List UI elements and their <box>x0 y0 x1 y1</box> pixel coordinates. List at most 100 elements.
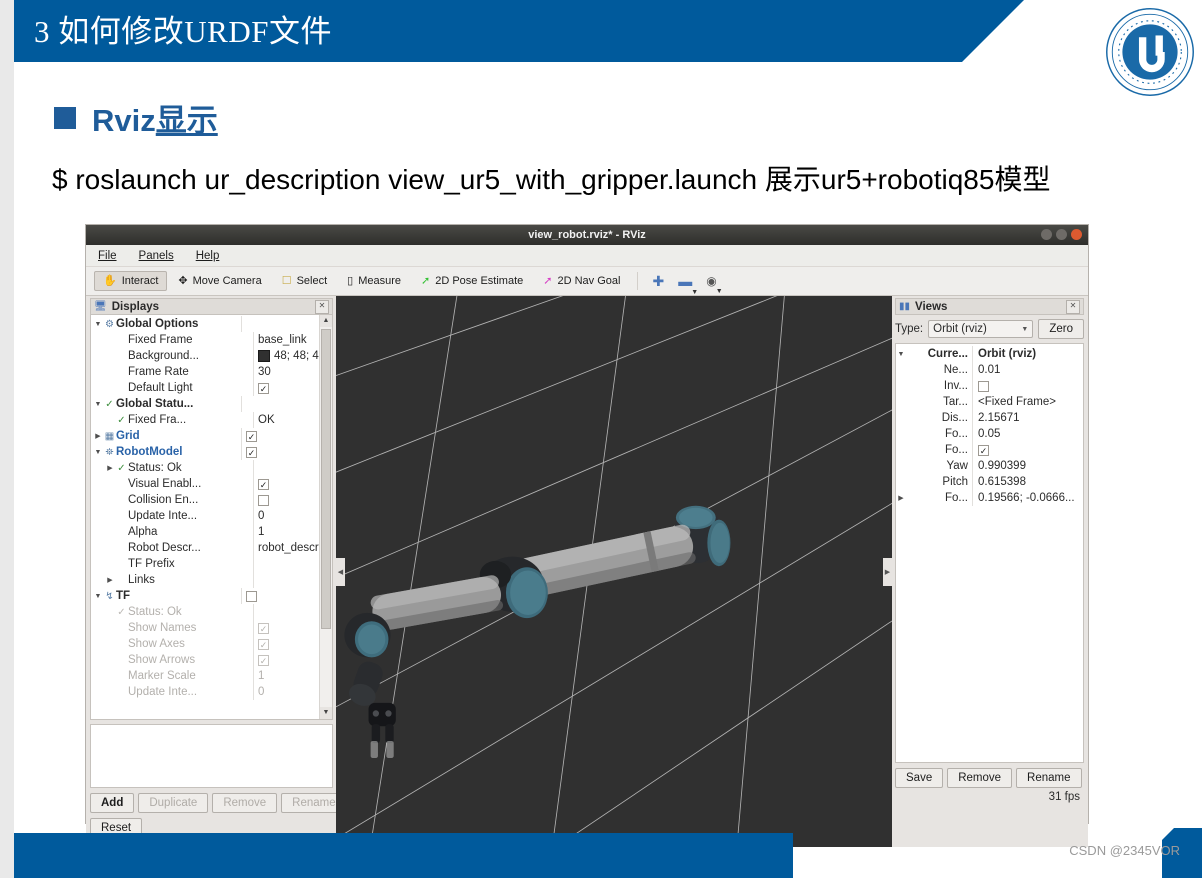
displays-scrollbar[interactable]: ▲ ▼ <box>319 315 332 719</box>
checkbox[interactable] <box>258 494 269 506</box>
chevron-down-icon[interactable] <box>896 351 906 358</box>
displays-row[interactable]: Update Inte... 0 <box>91 508 332 524</box>
scroll-down-icon[interactable]: ▼ <box>320 707 332 719</box>
maximize-icon[interactable] <box>1056 229 1067 240</box>
chevron-right-icon[interactable] <box>93 432 103 440</box>
displays-row[interactable]: Show Arrows ✓ <box>91 652 332 668</box>
rviz-toolbar[interactable]: ✋ Interact ✥ Move Camera ☐ Select ▯ Meas… <box>86 267 1088 296</box>
displays-row[interactable]: ⚙Global Options <box>91 316 332 332</box>
views-row[interactable]: Tar... <Fixed Frame> <box>896 394 1083 410</box>
checkbox[interactable]: ✓ <box>258 478 269 490</box>
displays-row[interactable]: Alpha 1 <box>91 524 332 540</box>
checkbox[interactable]: ✓ <box>978 444 989 456</box>
displays-row[interactable]: Update Inte... 0 <box>91 684 332 700</box>
displays-row[interactable]: Collision En... <box>91 492 332 508</box>
checkbox[interactable] <box>978 380 989 392</box>
plus-icon[interactable]: ✚ <box>646 271 670 292</box>
tool-2d-pose-estimate[interactable]: ➚ 2D Pose Estimate <box>412 271 532 291</box>
displays-panel-close-icon[interactable]: ✕ <box>315 299 329 314</box>
close-icon[interactable] <box>1071 229 1082 240</box>
tool-select[interactable]: ☐ Select <box>273 271 336 291</box>
views-tree[interactable]: Curre... Orbit (rviz) Ne... 0.01 Inv... Tar..… <box>895 343 1084 763</box>
duplicate-button[interactable]: Duplicate <box>138 793 209 813</box>
3d-viewport[interactable]: ◀ ▶ <box>336 296 892 847</box>
add-button[interactable]: Add <box>90 793 135 813</box>
displays-row[interactable]: Links <box>91 572 332 588</box>
displays-row[interactable]: Fixed Frame base_link <box>91 332 332 348</box>
views-row-value-cell[interactable]: ✓ <box>972 442 1083 458</box>
displays-row[interactable]: ▦Grid ✓ <box>91 428 332 444</box>
displays-row[interactable]: TF Prefix <box>91 556 332 572</box>
chevron-right-icon[interactable] <box>105 464 115 472</box>
window-controls[interactable] <box>1041 229 1082 240</box>
chevron-down-icon[interactable] <box>93 321 103 328</box>
views-row[interactable]: Yaw 0.990399 <box>896 458 1083 474</box>
views-row-value-cell[interactable]: 0.615398 <box>972 474 1083 490</box>
displays-tree[interactable]: ⚙Global Options Fixed Frame base_link Backg… <box>90 315 333 720</box>
displays-row[interactable]: Show Names ✓ <box>91 620 332 636</box>
view-type-select[interactable]: Orbit (rviz) ▼ <box>928 320 1034 338</box>
chevron-right-icon[interactable] <box>896 494 906 502</box>
views-row-value-cell[interactable]: 2.15671 <box>972 410 1083 426</box>
displays-row[interactable]: ⛯RobotModel ✓ <box>91 444 332 460</box>
tool-interact[interactable]: ✋ Interact <box>94 271 168 291</box>
rviz-menubar[interactable]: File Panels Help <box>86 245 1088 267</box>
tool-move-camera[interactable]: ✥ Move Camera <box>169 271 270 291</box>
zero-button[interactable]: Zero <box>1038 319 1084 339</box>
views-row[interactable]: Fo... ✓ <box>896 442 1083 458</box>
displays-row[interactable]: ↯TF <box>91 588 332 604</box>
color-swatch[interactable] <box>258 350 270 362</box>
menu-file[interactable]: File <box>98 250 117 262</box>
displays-row[interactable]: Marker Scale 1 <box>91 668 332 684</box>
menu-panels[interactable]: Panels <box>139 250 174 262</box>
left-splitter-handle[interactable]: ◀ <box>336 557 345 586</box>
remove-button[interactable]: Remove <box>212 793 278 813</box>
chevron-down-icon[interactable] <box>93 401 103 408</box>
displays-row[interactable]: Default Light ✓ <box>91 380 332 396</box>
displays-row[interactable]: Show Axes ✓ <box>91 636 332 652</box>
views-row[interactable]: Dis... 2.15671 <box>896 410 1083 426</box>
views-row-value-cell[interactable]: <Fixed Frame> <box>972 394 1083 410</box>
chevron-down-icon[interactable] <box>93 593 103 600</box>
views-row-value-cell[interactable]: 0.01 <box>972 362 1083 378</box>
views-row[interactable]: Inv... <box>896 378 1083 394</box>
checkbox[interactable]: ✓ <box>246 446 257 458</box>
displays-row[interactable]: ✓ Fixed Fra... OK <box>91 412 332 428</box>
save-button[interactable]: Save <box>895 768 944 788</box>
minus-icon[interactable]: ▬ ▼ <box>672 271 698 296</box>
checkbox[interactable]: ✓ <box>258 622 269 634</box>
chevron-down-icon[interactable] <box>93 449 103 456</box>
checkbox[interactable]: ✓ <box>258 654 269 666</box>
views-row[interactable]: Pitch 0.615398 <box>896 474 1083 490</box>
focus-icon[interactable]: ◉ ▼ <box>700 272 722 295</box>
displays-row[interactable]: ✓Global Statu... <box>91 396 332 412</box>
views-row-value-cell[interactable]: 0.05 <box>972 426 1083 442</box>
displays-row[interactable]: ✓Status: Ok <box>91 460 332 476</box>
menu-help[interactable]: Help <box>196 250 220 262</box>
views-row-value-cell[interactable]: 0.19566; -0.0666... <box>972 490 1083 506</box>
views-row-value-cell[interactable]: 0.990399 <box>972 458 1083 474</box>
views-row[interactable]: Curre... Orbit (rviz) <box>896 346 1083 362</box>
tool-measure[interactable]: ▯ Measure <box>338 271 410 291</box>
displays-row[interactable]: Frame Rate 30 <box>91 364 332 380</box>
scroll-up-icon[interactable]: ▲ <box>320 315 332 327</box>
right-splitter-handle[interactable]: ▶ <box>883 557 892 586</box>
minimize-icon[interactable] <box>1041 229 1052 240</box>
displays-row[interactable]: ✓Status: Ok <box>91 604 332 620</box>
views-panel-close-icon[interactable]: ✕ <box>1066 299 1080 314</box>
scrollbar-thumb[interactable] <box>321 329 331 629</box>
remove-view-button[interactable]: Remove <box>947 768 1013 788</box>
rename-view-button[interactable]: Rename <box>1016 768 1082 788</box>
views-row[interactable]: Fo... 0.19566; -0.0666... <box>896 490 1083 506</box>
displays-row[interactable]: Robot Descr...robot_description <box>91 540 332 556</box>
views-row-value-cell[interactable]: Orbit (rviz) <box>972 346 1083 362</box>
checkbox[interactable] <box>246 590 257 602</box>
checkbox[interactable]: ✓ <box>246 430 257 442</box>
tool-2d-nav-goal[interactable]: ➚ 2D Nav Goal <box>534 271 629 291</box>
displays-row[interactable]: Visual Enabl... ✓ <box>91 476 332 492</box>
views-row[interactable]: Fo... 0.05 <box>896 426 1083 442</box>
views-row-value-cell[interactable] <box>972 378 1083 394</box>
checkbox[interactable]: ✓ <box>258 382 269 394</box>
displays-row[interactable]: Background... 48; 48; 48 <box>91 348 332 364</box>
checkbox[interactable]: ✓ <box>258 638 269 650</box>
